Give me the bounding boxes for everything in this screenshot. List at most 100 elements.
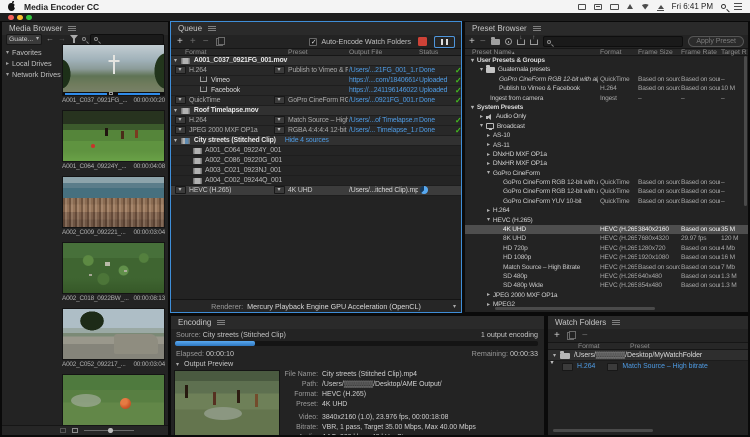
chevron-down-icon[interactable] xyxy=(174,106,177,116)
preset-row[interactable]: GoPro CineForm RGB 12-bit with alpha (Al… xyxy=(465,75,748,84)
queue-source-row[interactable]: Roof Timelapse.mov xyxy=(171,106,461,116)
chevron-icon[interactable] xyxy=(487,302,490,308)
zoom-search-icon[interactable] xyxy=(82,37,86,41)
forward-button[interactable] xyxy=(58,35,66,43)
new-group-button[interactable] xyxy=(491,39,500,45)
preset-dropdown[interactable] xyxy=(274,66,285,74)
watch-folders-tab[interactable]: Watch Folders xyxy=(548,316,748,329)
chevron-down-icon[interactable] xyxy=(174,136,177,146)
format-dropdown[interactable] xyxy=(562,363,573,371)
pause-queue-button[interactable] xyxy=(434,36,455,48)
duplicate-button[interactable] xyxy=(216,37,224,46)
preset-row[interactable]: SD 480p Wide HEVC (H.265) 854x480 Based … xyxy=(465,281,748,290)
queue-output-row[interactable]: H.264 Match Source – High bitr... /Users… xyxy=(171,116,461,126)
preset-group-row[interactable]: HEVC (H.265) xyxy=(465,216,748,225)
media-clip[interactable]: A002_C018_0922BW_... 00:00:08:13 xyxy=(62,242,165,304)
media-clip[interactable]: A001_C064_09224Y_... 00:00:04:08 xyxy=(62,110,165,172)
chevron-icon[interactable] xyxy=(487,208,490,214)
chevron-icon[interactable] xyxy=(487,161,490,167)
preset-group-row[interactable]: DNxHD MXF OP1a xyxy=(465,150,748,159)
media-clip[interactable] xyxy=(62,374,165,425)
preset-group-row[interactable]: JPEG 2000 MXF OP1a xyxy=(465,291,748,300)
media-clip[interactable]: A002_C009_092221_... 00:00:03:04 xyxy=(62,176,165,238)
thumbnail-view-icon[interactable] xyxy=(72,428,78,433)
clip-thumbnail[interactable] xyxy=(62,44,165,96)
queue-subsource-row[interactable]: A001_C064_09224Y_001 xyxy=(171,146,461,156)
preset-dropdown[interactable] xyxy=(274,116,285,124)
preset-group-row[interactable]: Audio Only xyxy=(465,112,748,121)
format-dropdown[interactable] xyxy=(175,116,186,124)
media-search-input[interactable] xyxy=(90,34,164,45)
queue-output-row[interactable]: HEVC (H.265) 4K UHD /Users/...itched Cli… xyxy=(171,186,461,196)
chevron-icon[interactable] xyxy=(480,67,483,73)
media-clip[interactable]: A002_C052_092217_... 00:00:03:04 xyxy=(62,308,165,370)
close-window-button[interactable] xyxy=(8,15,14,21)
preset-settings-button[interactable] xyxy=(505,38,512,45)
hide-sources-link[interactable]: Hide 4 sources xyxy=(285,136,329,146)
menubar-clock[interactable]: Fri 6:41 PM xyxy=(672,2,713,11)
preset-search-input[interactable] xyxy=(543,36,684,47)
preset-row[interactable]: 4K UHD HEVC (H.265) 3840x2160 Based on s… xyxy=(465,225,748,234)
preset-group-row[interactable]: System Presets xyxy=(465,103,748,112)
remove-button[interactable] xyxy=(203,37,209,46)
output-preview-toggle[interactable]: Output Preview xyxy=(176,359,233,368)
format-dropdown[interactable] xyxy=(175,126,186,134)
add-watch-folder-button[interactable] xyxy=(554,331,560,340)
preset-group-row[interactable]: User Presets & Groups xyxy=(465,56,748,65)
eject-icon[interactable] xyxy=(658,5,664,9)
minimize-window-button[interactable] xyxy=(17,15,23,21)
output-file-link[interactable]: /Users/... Timelapse_1.mxf xyxy=(349,126,418,136)
preset-row[interactable]: HD 720p HEVC (H.265) 1280x720 Based on s… xyxy=(465,244,748,253)
preset-group-row[interactable]: Broadcast xyxy=(465,122,748,131)
output-file-link[interactable]: /Users/...itched Clip).mp4 xyxy=(349,186,418,196)
queue-output-row[interactable]: JPEG 2000 MXF OP1a RGBA 4:4:4:4 12-bit (… xyxy=(171,126,461,136)
chevron-down-icon[interactable] xyxy=(553,352,556,359)
format-dropdown[interactable] xyxy=(175,96,186,104)
stop-queue-button[interactable] xyxy=(418,37,427,46)
queue-tab[interactable]: Queue xyxy=(171,22,461,35)
queue-output-row[interactable]: QuickTime GoPro CineForm RGB 12... /User… xyxy=(171,96,461,106)
app-menu-title[interactable]: Media Encoder CC xyxy=(24,2,99,12)
thumbnail-size-slider[interactable] xyxy=(84,430,134,431)
clip-thumbnail[interactable] xyxy=(62,242,165,294)
chevron-icon[interactable] xyxy=(487,152,490,158)
share-url-link[interactable]: https://...24119614602283 xyxy=(349,86,418,96)
export-preset-button[interactable] xyxy=(530,39,538,45)
chevron-icon[interactable] xyxy=(6,60,9,67)
output-file-link[interactable]: /Users/...21FG_001_1.mp4 xyxy=(349,66,418,76)
chevron-icon[interactable] xyxy=(487,133,490,139)
queue-share-row[interactable]: Facebook https://...24119614602283 Uploa… xyxy=(171,86,461,96)
list-view-icon[interactable] xyxy=(60,428,66,433)
tree-item[interactable]: Local Drives xyxy=(2,58,61,69)
chevron-icon[interactable] xyxy=(480,123,483,129)
queue-subsource-row[interactable]: A003_C021_0923NJ_001 xyxy=(171,166,461,176)
clip-thumbnail[interactable] xyxy=(62,110,165,162)
preset-row[interactable]: GoPro CineForm YUV 10-bit QuickTime Base… xyxy=(465,197,748,206)
preset-row[interactable]: HD 1080p HEVC (H.265) 1920x1080 Based on… xyxy=(465,253,748,262)
preset-browser-tab[interactable]: Preset Browser xyxy=(465,22,748,35)
media-clip[interactable]: A001_C037_0921FG_... 00:00:00:20 xyxy=(62,44,165,106)
queue-source-row[interactable]: City streets (Stitched Clip) Hide 4 sour… xyxy=(171,136,461,146)
share-url-link[interactable]: https://....com/184066142 xyxy=(349,76,418,86)
output-file-link[interactable]: /Users/...0921FG_001.mov xyxy=(349,96,418,106)
panel-menu-icon[interactable] xyxy=(533,26,541,31)
panel-menu-icon[interactable] xyxy=(68,26,76,31)
queue-subsource-row[interactable]: A002_C086_09220G_001 xyxy=(171,156,461,166)
add-source-button[interactable] xyxy=(177,37,183,46)
tree-item[interactable]: Network Drives xyxy=(2,69,61,80)
apply-preset-button[interactable]: Apply Preset xyxy=(688,36,744,47)
clip-thumbnail[interactable] xyxy=(62,176,165,228)
panel-menu-icon[interactable] xyxy=(217,320,225,325)
queue-output-row[interactable]: H.264 Publish to Vimeo & Face... /Users/… xyxy=(171,66,461,76)
queue-source-row[interactable]: A001_C037_0921FG_001.mov xyxy=(171,56,461,66)
scrubber[interactable] xyxy=(63,92,164,95)
panel-menu-icon[interactable] xyxy=(612,320,620,325)
preset-row[interactable]: Publish to Vimeo & Facebook H.264 Based … xyxy=(465,84,748,93)
chevron-icon[interactable] xyxy=(487,142,490,148)
duplicate-button[interactable] xyxy=(567,331,575,340)
chevron-icon[interactable] xyxy=(471,105,474,111)
chevron-icon[interactable] xyxy=(480,114,483,120)
queue-subsource-row[interactable]: A004_C002_09244Q_001 xyxy=(171,176,461,186)
watch-folder-output-row[interactable]: H.264 Match Source – High bitrate xyxy=(548,361,748,372)
chevron-icon[interactable] xyxy=(487,217,490,223)
